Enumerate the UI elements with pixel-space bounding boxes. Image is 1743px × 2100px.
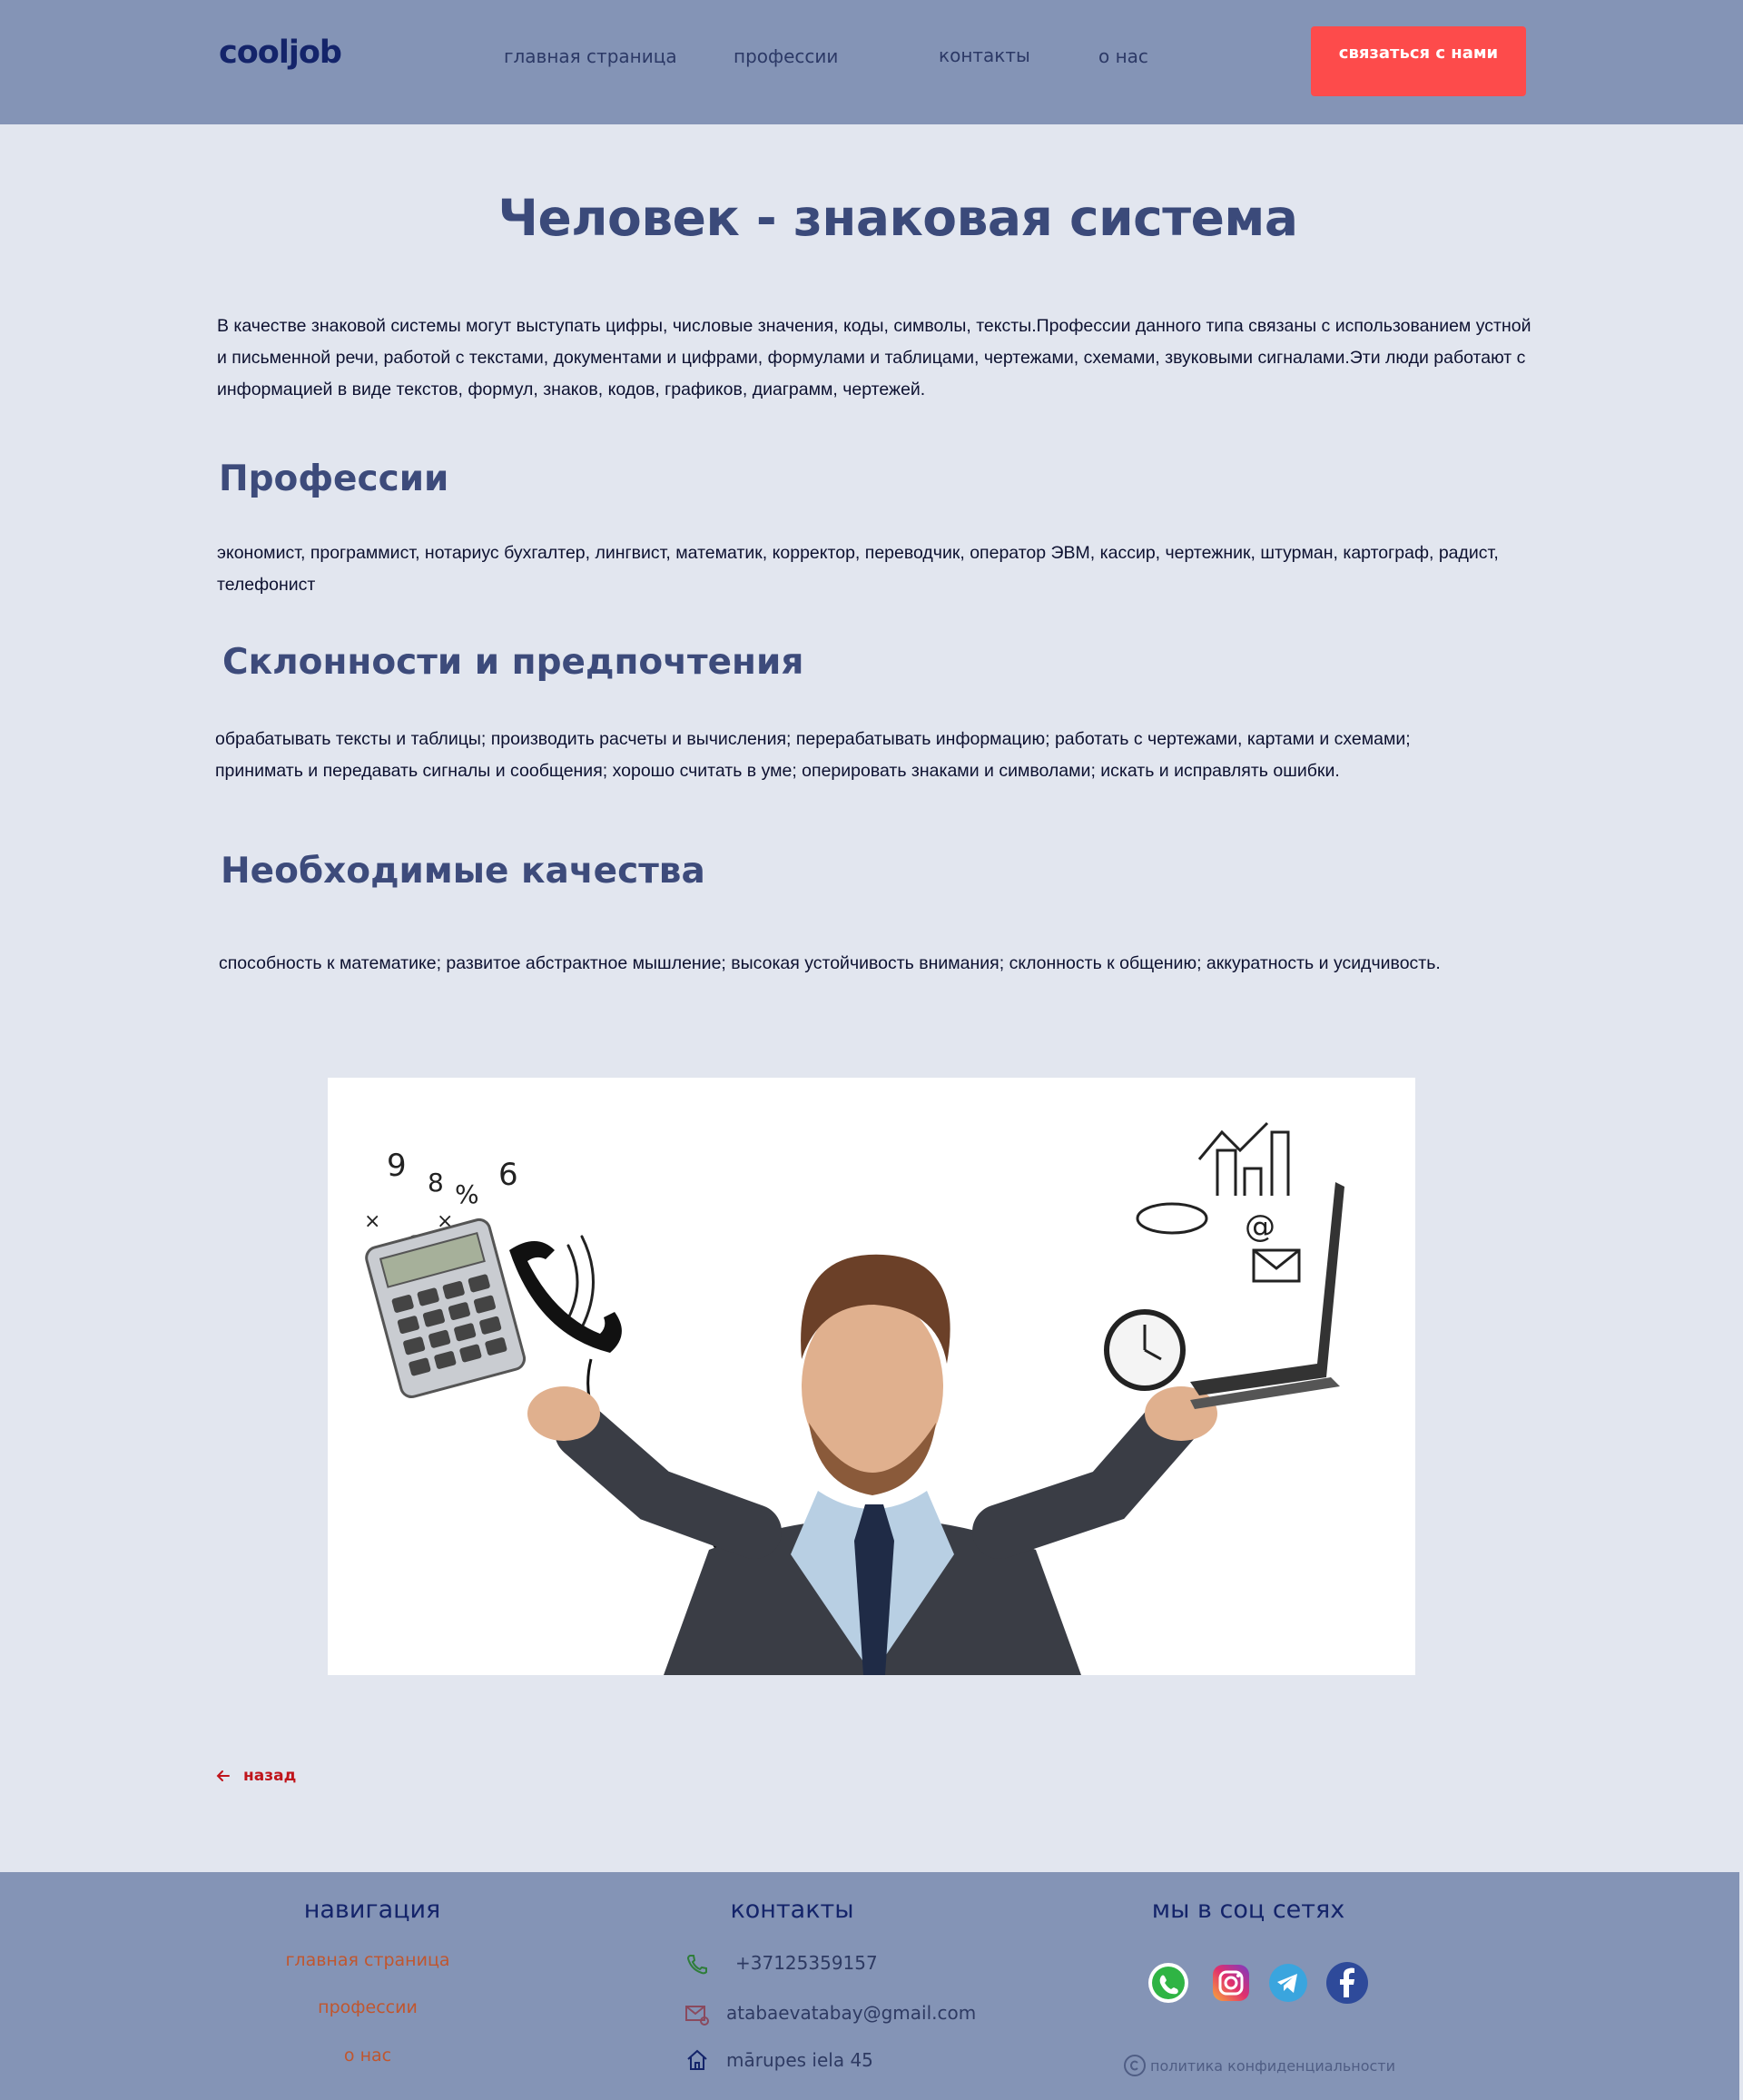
nav-professions[interactable]: профессии xyxy=(734,45,838,67)
phone-icon xyxy=(686,1955,707,1975)
footer-contacts-heading: контакты xyxy=(730,1896,854,1924)
privacy-policy-link[interactable]: политика конфиденциальности xyxy=(1123,2054,1395,2077)
nav-about[interactable]: о нас xyxy=(1098,45,1148,67)
home-icon xyxy=(687,2049,707,2070)
footer-phone[interactable]: +37125359157 xyxy=(735,1952,878,1974)
svg-text:@: @ xyxy=(1245,1208,1275,1245)
whatsapp-icon[interactable] xyxy=(1147,1961,1190,2005)
site-header: cooljob главная страница профессии конта… xyxy=(0,0,1743,124)
nav-home[interactable]: главная страница xyxy=(504,45,677,67)
contact-us-button[interactable]: связаться с нами xyxy=(1311,26,1526,96)
svg-text:%: % xyxy=(455,1179,479,1209)
mail-icon xyxy=(685,2006,709,2026)
intro-text: В качестве знаковой системы могут выступ… xyxy=(217,316,1531,399)
svg-text:8: 8 xyxy=(428,1168,444,1198)
logo[interactable]: cooljob xyxy=(219,35,342,71)
footer-email[interactable]: atabaevatabay@gmail.com xyxy=(726,2002,976,2024)
qualities-heading: Необходимые качества xyxy=(221,851,705,892)
svg-text:6: 6 xyxy=(498,1157,518,1193)
nav-contacts[interactable]: контакты xyxy=(939,44,1030,66)
copyright-icon xyxy=(1124,2055,1146,2076)
professions-text: экономист, программист, нотариус бухгалт… xyxy=(217,543,1499,595)
businessman-multitasking-illustration: 9 8 % 6 × 2 × o ÷ xyxy=(328,1078,1415,1675)
page-title: Человек - знаковая система xyxy=(497,189,1298,247)
qualities-text: способность к математике; развитое абстр… xyxy=(219,953,1441,973)
footer-nav-heading: навигация xyxy=(303,1896,441,1924)
arrow-left-icon xyxy=(216,1770,230,1781)
privacy-label: политика конфиденциальности xyxy=(1150,2056,1396,2075)
telegram-icon[interactable] xyxy=(1266,1961,1310,2005)
inclinations-text: обрабатывать тексты и таблицы; производи… xyxy=(215,729,1411,781)
footer-nav-professions[interactable]: профессии xyxy=(263,1997,472,2017)
footer-social-heading: мы в соц сетях xyxy=(1151,1896,1345,1924)
svg-text:9: 9 xyxy=(387,1148,407,1184)
back-link[interactable]: назад xyxy=(216,1767,296,1785)
inclinations-heading: Склонности и предпочтения xyxy=(222,642,804,683)
footer-nav-about[interactable]: о нас xyxy=(263,2046,472,2065)
footer-address: mārupes iela 45 xyxy=(726,2049,873,2071)
svg-text:×: × xyxy=(364,1210,380,1233)
facebook-icon[interactable] xyxy=(1325,1961,1369,2005)
footer-nav-home[interactable]: главная страница xyxy=(263,1950,472,1970)
professions-heading: Профессии xyxy=(219,458,449,499)
back-label: назад xyxy=(243,1767,297,1785)
instagram-icon[interactable] xyxy=(1209,1961,1253,2005)
